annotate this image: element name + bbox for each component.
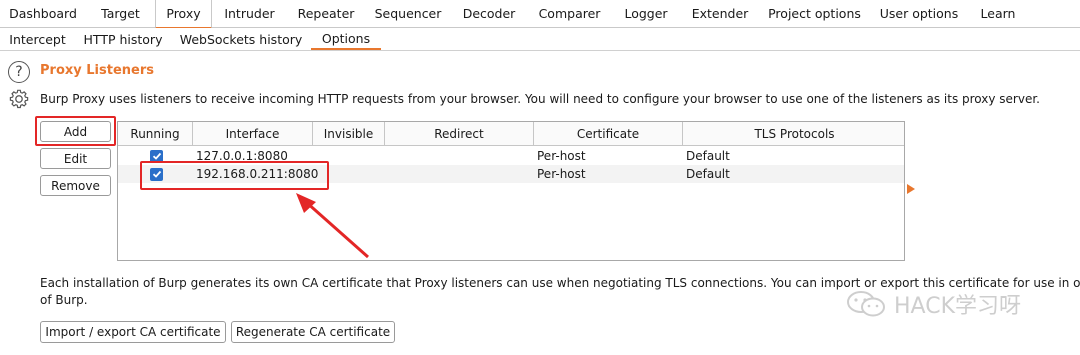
tab-learn[interactable]: Learn xyxy=(969,0,1027,27)
interface-cell: 192.168.0.211:8080 xyxy=(196,167,319,181)
table-header: Running Interface Invisible Redirect Cer… xyxy=(118,122,904,146)
col-invisible[interactable]: Invisible xyxy=(313,122,385,146)
certificate-cell: Per-host xyxy=(537,149,586,163)
add-button[interactable]: Add xyxy=(40,121,111,142)
interface-cell: 127.0.0.1:8080 xyxy=(196,149,288,163)
running-checkbox[interactable] xyxy=(150,147,163,165)
col-running[interactable]: Running xyxy=(118,122,193,146)
tab-dashboard[interactable]: Dashboard xyxy=(0,0,86,27)
tls-cell: Default xyxy=(686,167,730,181)
import-export-ca-button[interactable]: Import / export CA certificate xyxy=(40,321,226,343)
watermark-text: HACK学习呀 xyxy=(894,294,1021,319)
table-row[interactable]: 192.168.0.211:8080 Per-host Default xyxy=(118,165,904,183)
running-checkbox[interactable] xyxy=(150,165,163,183)
tab-comparer[interactable]: Comparer xyxy=(527,0,612,27)
gear-icon[interactable] xyxy=(8,88,30,110)
tab-proxy[interactable]: Proxy xyxy=(155,0,212,29)
tab-repeater[interactable]: Repeater xyxy=(287,0,365,27)
tab-project-options[interactable]: Project options xyxy=(760,0,869,27)
proxy-sub-tab-bar: Intercept HTTP history WebSockets histor… xyxy=(0,28,1080,51)
col-tls-protocols[interactable]: TLS Protocols xyxy=(683,122,906,146)
tab-intruder[interactable]: Intruder xyxy=(212,0,287,27)
tab-extender[interactable]: Extender xyxy=(680,0,760,27)
tab-options[interactable]: Options xyxy=(311,28,381,50)
regenerate-ca-button[interactable]: Regenerate CA certificate xyxy=(231,321,395,343)
col-certificate[interactable]: Certificate xyxy=(534,122,683,146)
tab-user-options[interactable]: User options xyxy=(869,0,969,27)
col-interface[interactable]: Interface xyxy=(193,122,313,146)
help-icon[interactable]: ? xyxy=(8,61,30,83)
col-redirect[interactable]: Redirect xyxy=(385,122,534,146)
section-description: Burp Proxy uses listeners to receive inc… xyxy=(40,92,1040,106)
tab-sequencer[interactable]: Sequencer xyxy=(365,0,451,27)
tab-decoder[interactable]: Decoder xyxy=(451,0,527,27)
edit-button[interactable]: Edit xyxy=(40,148,111,169)
main-tab-bar: Dashboard Target Proxy Intruder Repeater… xyxy=(0,0,1080,29)
tls-cell: Default xyxy=(686,149,730,163)
wechat-icon xyxy=(847,291,885,317)
listeners-table: Running Interface Invisible Redirect Cer… xyxy=(117,121,905,261)
tab-http-history[interactable]: HTTP history xyxy=(75,28,171,50)
tab-target[interactable]: Target xyxy=(86,0,155,27)
scroll-right-arrow-icon[interactable] xyxy=(907,184,915,194)
watermark: HACK学习呀 xyxy=(846,288,1021,320)
section-title: Proxy Listeners xyxy=(40,63,154,78)
table-row[interactable]: 127.0.0.1:8080 Per-host Default xyxy=(118,147,904,165)
tab-websockets-history[interactable]: WebSockets history xyxy=(171,28,311,50)
certificate-cell: Per-host xyxy=(537,167,586,181)
remove-button[interactable]: Remove xyxy=(40,175,111,196)
tab-intercept[interactable]: Intercept xyxy=(0,28,75,50)
tab-logger[interactable]: Logger xyxy=(612,0,680,27)
